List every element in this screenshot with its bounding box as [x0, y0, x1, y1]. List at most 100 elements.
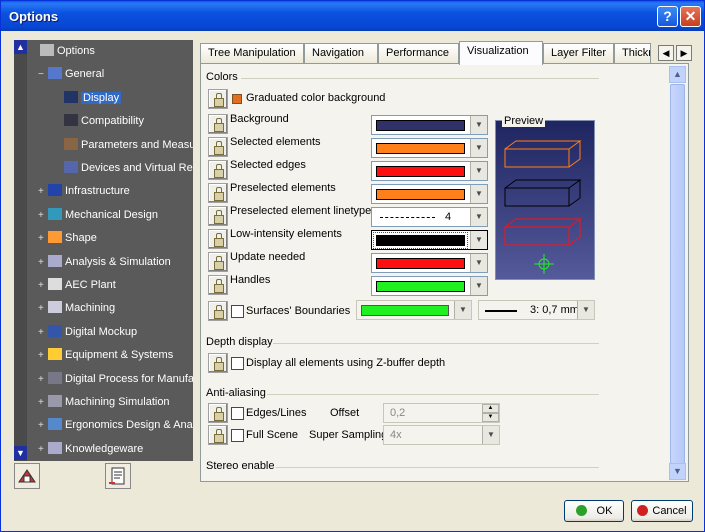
- tree-scroll-up-icon[interactable]: ▲: [14, 40, 27, 54]
- lock-button[interactable]: [208, 183, 228, 203]
- color-combo[interactable]: ▼: [371, 253, 488, 273]
- tree-item[interactable]: Parameters and Measure: [54, 136, 193, 154]
- tree-item[interactable]: − General: [38, 65, 104, 83]
- chevron-down-icon[interactable]: ▼: [482, 426, 499, 444]
- tree-expander-icon[interactable]: +: [38, 254, 48, 272]
- tree-item[interactable]: Display: [54, 89, 122, 107]
- tree-item[interactable]: + Equipment & Systems: [38, 346, 173, 364]
- tree-expander-icon[interactable]: +: [38, 183, 48, 201]
- tree-expander-icon[interactable]: +: [38, 347, 48, 365]
- chevron-down-icon[interactable]: ▼: [470, 185, 487, 203]
- color-combo[interactable]: ▼: [371, 161, 488, 181]
- tab-thickness[interactable]: Thickn: [614, 43, 651, 64]
- chevron-down-icon[interactable]: ▼: [470, 139, 487, 157]
- lock-graduated-button[interactable]: [208, 89, 228, 109]
- tree-item[interactable]: Options: [30, 42, 95, 60]
- tree-scroll-down-icon[interactable]: ▼: [14, 446, 27, 460]
- title-bar[interactable]: Options ? ✕: [1, 1, 704, 31]
- color-combo[interactable]: ▼: [371, 230, 488, 250]
- help-button[interactable]: ?: [657, 6, 678, 27]
- tree-item[interactable]: + AEC Plant: [38, 276, 116, 294]
- lock-button[interactable]: [208, 206, 228, 226]
- tab-tree-manipulation[interactable]: Tree Manipulation: [200, 43, 304, 64]
- tab-layer-filter[interactable]: Layer Filter: [543, 43, 614, 64]
- lock-button[interactable]: [208, 252, 228, 272]
- surfaces-checkbox[interactable]: [231, 305, 244, 318]
- tree-item[interactable]: + Ergonomics Design & Analys: [38, 416, 193, 434]
- lock-fullscene-button[interactable]: [208, 425, 228, 445]
- offset-spinner[interactable]: 0,2 ▲ ▼: [383, 403, 500, 423]
- tab-navigation[interactable]: Navigation: [304, 43, 378, 64]
- chevron-down-icon[interactable]: ▼: [470, 208, 487, 226]
- tab-scroll-right-icon[interactable]: ▶: [676, 45, 692, 61]
- tree-item[interactable]: + Machining Simulation: [38, 393, 170, 411]
- chevron-down-icon[interactable]: ▼: [470, 116, 487, 134]
- ok-icon: [575, 505, 587, 516]
- scroll-thumb[interactable]: [670, 84, 685, 464]
- ok-button[interactable]: OK: [564, 500, 624, 522]
- lock-surfaces-button[interactable]: [208, 301, 228, 321]
- tree-item[interactable]: + Digital Mockup: [38, 323, 137, 341]
- chevron-down-icon[interactable]: ▼: [577, 301, 594, 319]
- color-combo[interactable]: ▼: [371, 115, 488, 135]
- edges-checkbox[interactable]: [231, 407, 244, 420]
- chevron-down-icon[interactable]: ▼: [454, 301, 471, 319]
- lock-button[interactable]: [208, 114, 228, 134]
- supersampling-combo[interactable]: 4x ▼: [383, 425, 500, 445]
- fullscene-checkbox[interactable]: [231, 429, 244, 442]
- tree-item[interactable]: Compatibility: [54, 112, 144, 130]
- tree-item[interactable]: + Digital Process for Manufact: [38, 370, 193, 388]
- tree-item[interactable]: Devices and Virtual Realit: [54, 159, 193, 177]
- lock-zbuffer-button[interactable]: [208, 353, 228, 373]
- tree-item[interactable]: + Infrastructure: [38, 182, 130, 200]
- chevron-down-icon[interactable]: ▼: [470, 254, 487, 272]
- tree-item-label: Display: [81, 91, 122, 104]
- tree-item[interactable]: + Analysis & Simulation: [38, 253, 171, 271]
- tree-item[interactable]: + Machining: [38, 299, 115, 317]
- color-combo[interactable]: ▼: [371, 138, 488, 158]
- surfaces-thickness-combo[interactable]: 3: 0,7 mm ▼: [478, 300, 595, 320]
- close-button[interactable]: ✕: [680, 6, 701, 27]
- tree-expander-icon[interactable]: +: [38, 371, 48, 389]
- surfaces-color-combo[interactable]: ▼: [356, 300, 472, 320]
- graduated-checkbox[interactable]: [232, 94, 242, 104]
- chevron-down-icon[interactable]: ▼: [470, 162, 487, 180]
- tree-item[interactable]: + Shape: [38, 229, 97, 247]
- reset-icon[interactable]: [14, 463, 40, 489]
- tree-expander-icon[interactable]: +: [38, 441, 48, 459]
- lock-button[interactable]: [208, 160, 228, 180]
- scroll-up-icon[interactable]: ▲: [669, 66, 686, 83]
- tree-scrollbar[interactable]: [14, 40, 27, 461]
- lock-button[interactable]: [208, 137, 228, 157]
- dump-parameters-icon[interactable]: [105, 463, 131, 489]
- spin-down-icon[interactable]: ▼: [482, 413, 499, 422]
- tab-visualization[interactable]: Visualization: [459, 41, 543, 65]
- tree-expander-icon[interactable]: +: [38, 230, 48, 248]
- tree-expander-icon[interactable]: −: [38, 66, 48, 84]
- options-tree[interactable]: ▲ ▼ Options − General Display Compatibility P…: [14, 40, 193, 461]
- tree-item-label: Equipment & Systems: [65, 349, 174, 362]
- lock-button[interactable]: [208, 229, 228, 249]
- lock-button[interactable]: [208, 275, 228, 295]
- tree-expander-icon[interactable]: +: [38, 207, 48, 225]
- tab-performance[interactable]: Performance: [378, 43, 459, 64]
- color-combo[interactable]: ▼: [371, 184, 488, 204]
- chevron-down-icon[interactable]: ▼: [470, 277, 487, 295]
- tree-expander-icon[interactable]: +: [38, 417, 48, 435]
- color-combo[interactable]: ▼: [371, 276, 488, 296]
- tree-item[interactable]: + Mechanical Design: [38, 206, 158, 224]
- tree-expander-icon[interactable]: +: [38, 394, 48, 412]
- scroll-down-icon[interactable]: ▼: [669, 463, 686, 480]
- spin-up-icon[interactable]: ▲: [482, 404, 499, 413]
- chevron-down-icon[interactable]: ▼: [470, 231, 487, 249]
- tree-expander-icon[interactable]: +: [38, 300, 48, 318]
- tree-item[interactable]: + Knowledgeware: [38, 440, 143, 458]
- panel-scrollbar[interactable]: ▲ ▼: [669, 66, 686, 480]
- lock-edges-button[interactable]: [208, 403, 228, 423]
- tab-scroll-left-icon[interactable]: ◀: [658, 45, 674, 61]
- tree-expander-icon[interactable]: +: [38, 324, 48, 342]
- cancel-button[interactable]: Cancel: [631, 500, 693, 522]
- zbuffer-checkbox[interactable]: [231, 357, 244, 370]
- color-combo[interactable]: 4 ▼: [371, 207, 488, 227]
- tree-expander-icon[interactable]: +: [38, 277, 48, 295]
